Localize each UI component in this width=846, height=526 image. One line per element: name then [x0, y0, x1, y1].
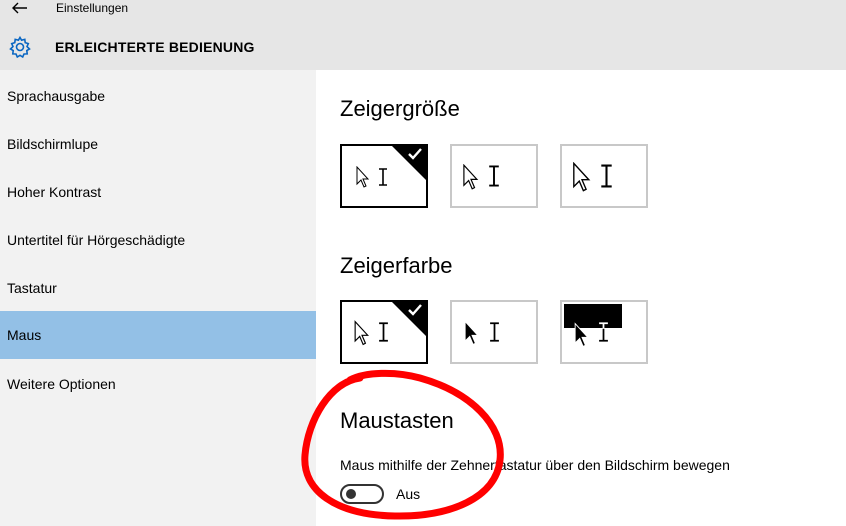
sidebar-item-tastatur[interactable]: Tastatur [0, 264, 316, 312]
check-icon [408, 148, 422, 160]
sidebar-item-hoher-kontrast[interactable]: Hoher Kontrast [0, 168, 316, 216]
pointer-color-heading: Zeigerfarbe [340, 253, 453, 278]
check-icon [408, 304, 422, 316]
arrow-cursor-icon [354, 320, 370, 346]
inverted-preview-block [564, 304, 622, 328]
arrow-cursor-icon [464, 320, 479, 346]
pointer-size-large-option[interactable] [560, 144, 648, 208]
back-button[interactable] [6, 0, 34, 16]
ibeam-cursor-icon [379, 322, 388, 342]
arrow-cursor-icon [574, 322, 589, 348]
ibeam-cursor-icon [601, 164, 612, 188]
ibeam-cursor-icon [379, 168, 387, 186]
sidebar-item-weitere-optionen[interactable]: Weitere Optionen [0, 360, 316, 408]
pointer-size-small-option[interactable] [340, 144, 428, 208]
arrow-cursor-icon [463, 164, 479, 190]
ibeam-cursor-icon [490, 322, 499, 342]
toggle-state-label: Aus [396, 486, 421, 502]
mouse-keys-toggle[interactable] [340, 484, 384, 504]
sidebar: Sprachausgabe Bildschirmlupe Hoher Kontr… [0, 70, 316, 526]
mouse-keys-heading: Maustasten [340, 408, 454, 433]
ibeam-cursor-icon [599, 322, 608, 342]
sidebar-item-maus[interactable]: Maus [0, 311, 316, 359]
arrow-cursor-icon [356, 166, 370, 188]
pointer-size-heading: Zeigergröße [340, 96, 460, 121]
mouse-keys-description: Maus mithilfe der Zehnertastatur über de… [340, 457, 730, 473]
sidebar-item-bildschirmlupe[interactable]: Bildschirmlupe [0, 120, 316, 168]
sidebar-item-sprachausgabe[interactable]: Sprachausgabe [0, 72, 316, 120]
pointer-color-inverted-option[interactable] [560, 300, 648, 364]
pointer-color-white-option[interactable] [340, 300, 428, 364]
toggle-knob [346, 489, 356, 499]
window-title: Einstellungen [56, 1, 129, 15]
title-bar: Einstellungen ERLEICHTERTE BEDIENUNG [0, 0, 846, 70]
back-arrow-icon [12, 2, 27, 14]
pointer-size-medium-option[interactable] [450, 144, 538, 208]
sidebar-item-untertitel[interactable]: Untertitel für Hörgeschädigte [0, 216, 316, 264]
pointer-color-black-option[interactable] [450, 300, 538, 364]
gear-icon [9, 35, 31, 59]
section-title: ERLEICHTERTE BEDIENUNG [55, 39, 255, 55]
arrow-cursor-icon [573, 162, 591, 192]
ibeam-cursor-icon [489, 165, 499, 187]
